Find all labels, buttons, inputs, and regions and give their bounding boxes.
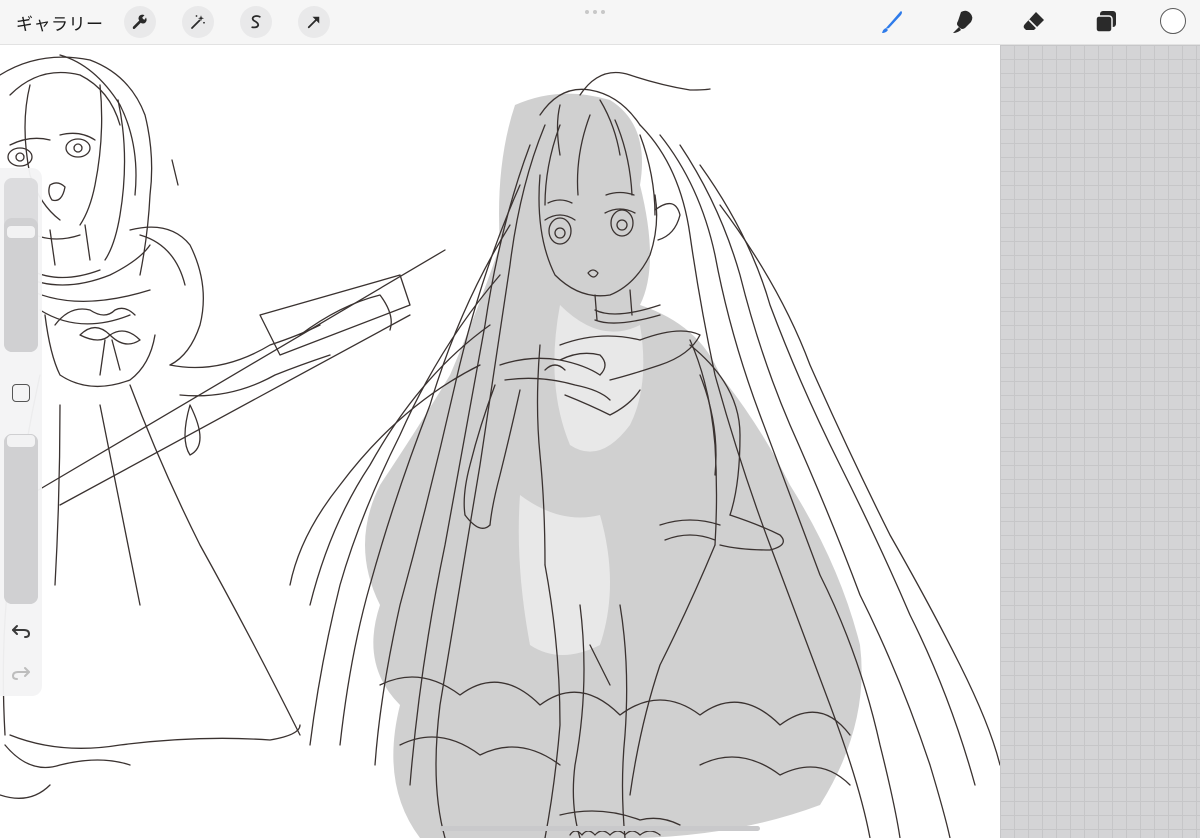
brush-icon [882, 11, 902, 33]
brush-size-thumb[interactable] [6, 225, 36, 239]
sketch-artwork [0, 54, 1000, 838]
actions-button[interactable] [124, 6, 156, 38]
drawing-canvas[interactable] [0, 45, 1000, 838]
arrow-cursor-icon [307, 16, 320, 29]
procreate-app: ギャラリー [0, 0, 1200, 838]
home-indicator [440, 826, 760, 831]
brush-size-slider[interactable] [4, 178, 38, 352]
top-toolbar: ギャラリー [0, 0, 1200, 45]
wrench-icon [132, 14, 147, 30]
toolbar-grabber[interactable] [585, 10, 605, 14]
layers-icon [1095, 11, 1116, 33]
eraser-icon [1023, 12, 1044, 30]
redo-icon [11, 667, 30, 680]
transform-button[interactable] [298, 6, 330, 38]
gallery-button[interactable]: ギャラリー [16, 10, 104, 35]
color-picker-swatch[interactable] [1160, 8, 1186, 34]
layers-button[interactable] [1090, 6, 1122, 38]
magic-wand-icon [191, 15, 205, 29]
opacity-slider[interactable] [4, 434, 38, 604]
undo-button[interactable] [9, 618, 33, 642]
left-sidebar [0, 168, 42, 696]
selection-s-icon [251, 15, 261, 29]
brush-button[interactable] [876, 6, 908, 38]
opacity-fill [4, 434, 38, 604]
adjustments-button[interactable] [182, 6, 214, 38]
square-modify-icon[interactable] [12, 384, 30, 402]
selection-button[interactable] [240, 6, 272, 38]
canvas-outside-grid [1000, 45, 1200, 838]
eraser-button[interactable] [1018, 6, 1050, 38]
opacity-thumb[interactable] [6, 434, 36, 448]
smudge-icon [953, 10, 973, 33]
undo-icon [12, 625, 31, 638]
redo-button[interactable] [9, 660, 33, 684]
smudge-button[interactable] [948, 6, 980, 38]
